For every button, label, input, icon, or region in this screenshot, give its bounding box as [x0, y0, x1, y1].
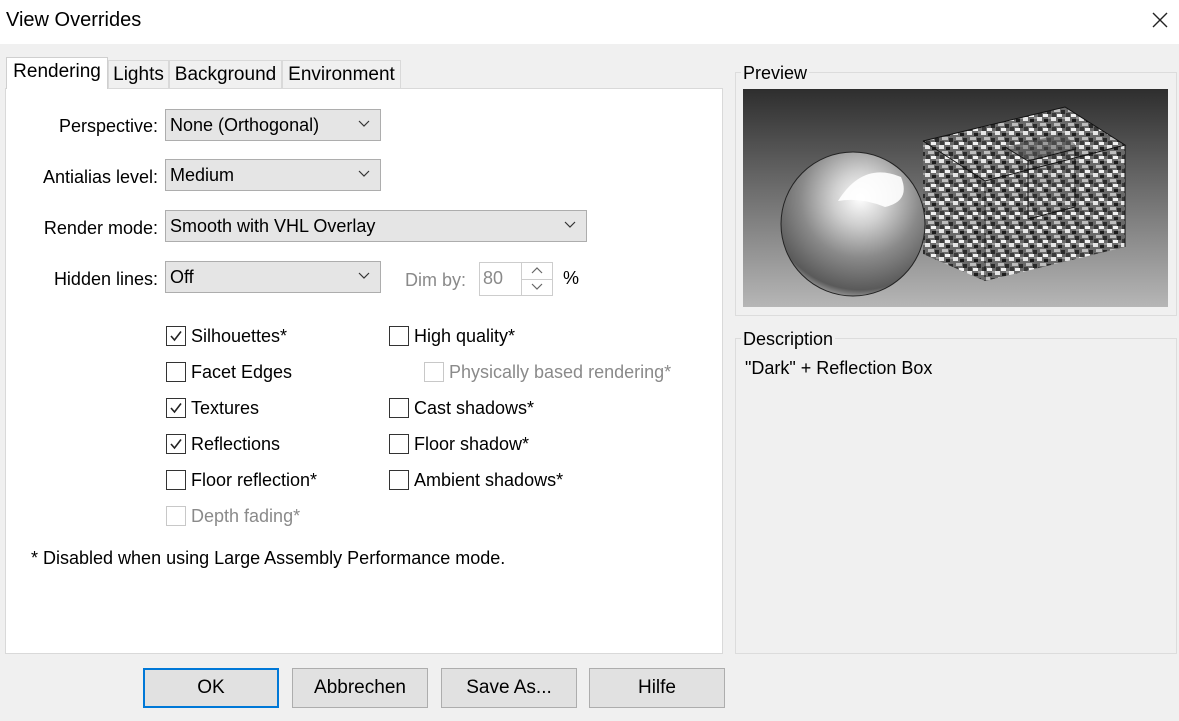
checkmark-icon	[170, 439, 182, 450]
silhouettes-label: Silhouettes*	[191, 326, 288, 346]
description-group	[735, 338, 1177, 654]
spinner-down-button[interactable]	[522, 279, 552, 295]
textures-checkbox[interactable]	[166, 398, 186, 418]
depth-fading-label: Depth fading*	[191, 506, 301, 526]
checkmark-icon	[170, 331, 182, 342]
chevron-down-icon	[358, 170, 370, 177]
title-bar: View Overrides	[0, 0, 1179, 44]
hidden-lines-label: Hidden lines:	[53, 269, 158, 289]
depth-fading-checkbox[interactable]	[166, 506, 186, 526]
reflections-label: Reflections	[191, 434, 281, 454]
perspective-value: None (Orthogonal)	[170, 115, 320, 135]
floor-shadow-label: Floor shadow*	[414, 434, 530, 454]
spinner-buttons	[521, 263, 552, 295]
chevron-down-icon	[531, 283, 543, 290]
chevron-down-icon	[564, 221, 576, 228]
preview-label: Preview	[741, 63, 810, 84]
dim-by-unit: %	[563, 268, 580, 288]
chevron-up-icon	[531, 267, 543, 274]
pbr-label: Physically based rendering*	[449, 362, 672, 382]
dim-by-spinner[interactable]: 80	[479, 262, 553, 296]
help-button[interactable]: Hilfe	[589, 668, 725, 708]
hidden-lines-value: Off	[170, 267, 194, 287]
ambient-shadows-label: Ambient shadows*	[414, 470, 564, 490]
save-as-button[interactable]: Save As...	[441, 668, 577, 708]
checkmark-icon	[170, 403, 182, 414]
floor-shadow-checkbox[interactable]	[389, 434, 409, 454]
description-text: "Dark" + Reflection Box	[745, 358, 933, 378]
chevron-down-icon	[358, 272, 370, 279]
tab-rendering[interactable]: Rendering	[6, 57, 108, 89]
close-icon[interactable]	[1146, 6, 1174, 34]
high-quality-label: High quality*	[414, 326, 516, 346]
spinner-up-button[interactable]	[522, 263, 552, 280]
cancel-button[interactable]: Abbrechen	[292, 668, 428, 708]
facet-edges-label: Facet Edges	[191, 362, 293, 382]
description-label: Description	[741, 329, 836, 350]
dim-by-label: Dim by:	[404, 270, 466, 290]
render-mode-value: Smooth with VHL Overlay	[170, 216, 376, 236]
dim-by-value: 80	[483, 268, 504, 288]
tab-environment[interactable]: Environment	[282, 60, 401, 88]
footnote: * Disabled when using Large Assembly Per…	[31, 548, 506, 568]
facet-edges-checkbox[interactable]	[166, 362, 186, 382]
perspective-label: Perspective:	[58, 116, 158, 136]
silhouettes-checkbox[interactable]	[166, 326, 186, 346]
perspective-dropdown[interactable]: None (Orthogonal)	[165, 109, 381, 141]
window-title: View Overrides	[6, 9, 142, 31]
ok-button[interactable]: OK	[143, 668, 279, 708]
cast-shadows-checkbox[interactable]	[389, 398, 409, 418]
floor-reflection-checkbox[interactable]	[166, 470, 186, 490]
hidden-lines-dropdown[interactable]: Off	[165, 261, 381, 293]
preview-image	[743, 89, 1168, 307]
antialias-label: Antialias level:	[42, 167, 158, 187]
reflections-checkbox[interactable]	[166, 434, 186, 454]
render-mode-dropdown[interactable]: Smooth with VHL Overlay	[165, 210, 587, 242]
pbr-checkbox[interactable]	[424, 362, 444, 382]
cast-shadows-label: Cast shadows*	[414, 398, 535, 418]
high-quality-checkbox[interactable]	[389, 326, 409, 346]
ambient-shadows-checkbox[interactable]	[389, 470, 409, 490]
chevron-down-icon	[358, 120, 370, 127]
antialias-dropdown[interactable]: Medium	[165, 159, 381, 191]
tab-lights[interactable]: Lights	[108, 60, 169, 88]
antialias-value: Medium	[170, 165, 235, 185]
tab-background[interactable]: Background	[169, 60, 282, 88]
textures-label: Textures	[191, 398, 260, 418]
render-mode-label: Render mode:	[43, 218, 158, 238]
floor-reflection-label: Floor reflection*	[191, 470, 318, 490]
